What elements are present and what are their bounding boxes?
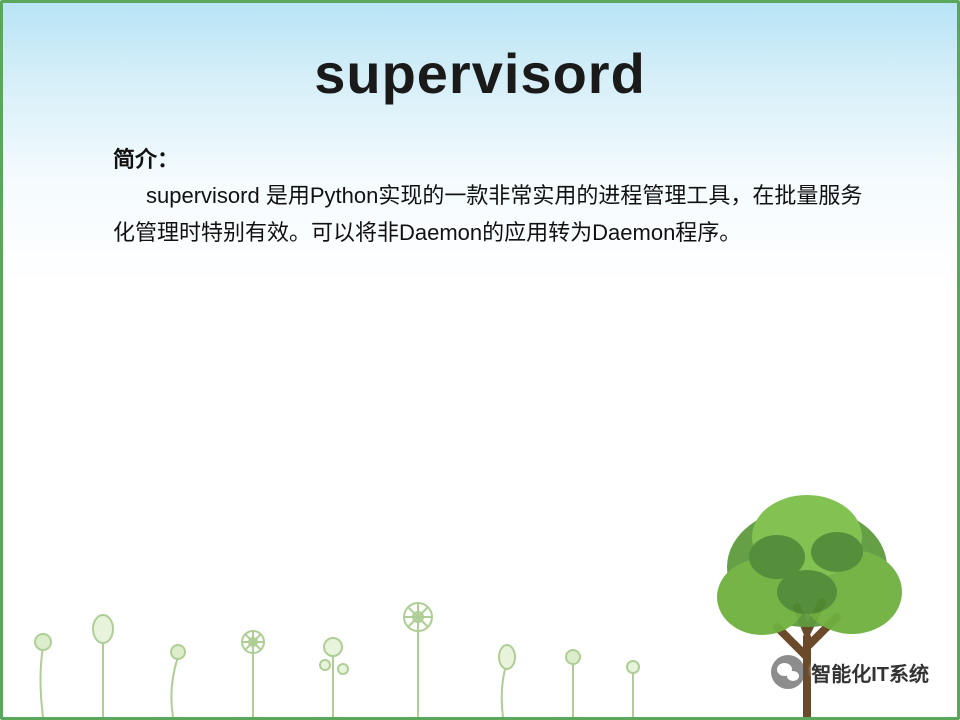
watermark-text: 智能化IT系统 xyxy=(811,658,929,687)
intro-label: 简介： xyxy=(113,142,867,178)
slide-title: supervisord xyxy=(3,3,957,106)
plants-icon xyxy=(3,547,683,717)
intro-text: supervisord 是用Python实现的一款非常实用的进程管理工具，在批量… xyxy=(113,178,867,251)
watermark: 智能化IT系统 xyxy=(771,655,929,689)
slide: supervisord 简介： supervisord 是用Python实现的一… xyxy=(0,0,960,720)
wechat-icon xyxy=(771,655,805,689)
content-block: 简介： supervisord 是用Python实现的一款非常实用的进程管理工具… xyxy=(113,142,867,251)
